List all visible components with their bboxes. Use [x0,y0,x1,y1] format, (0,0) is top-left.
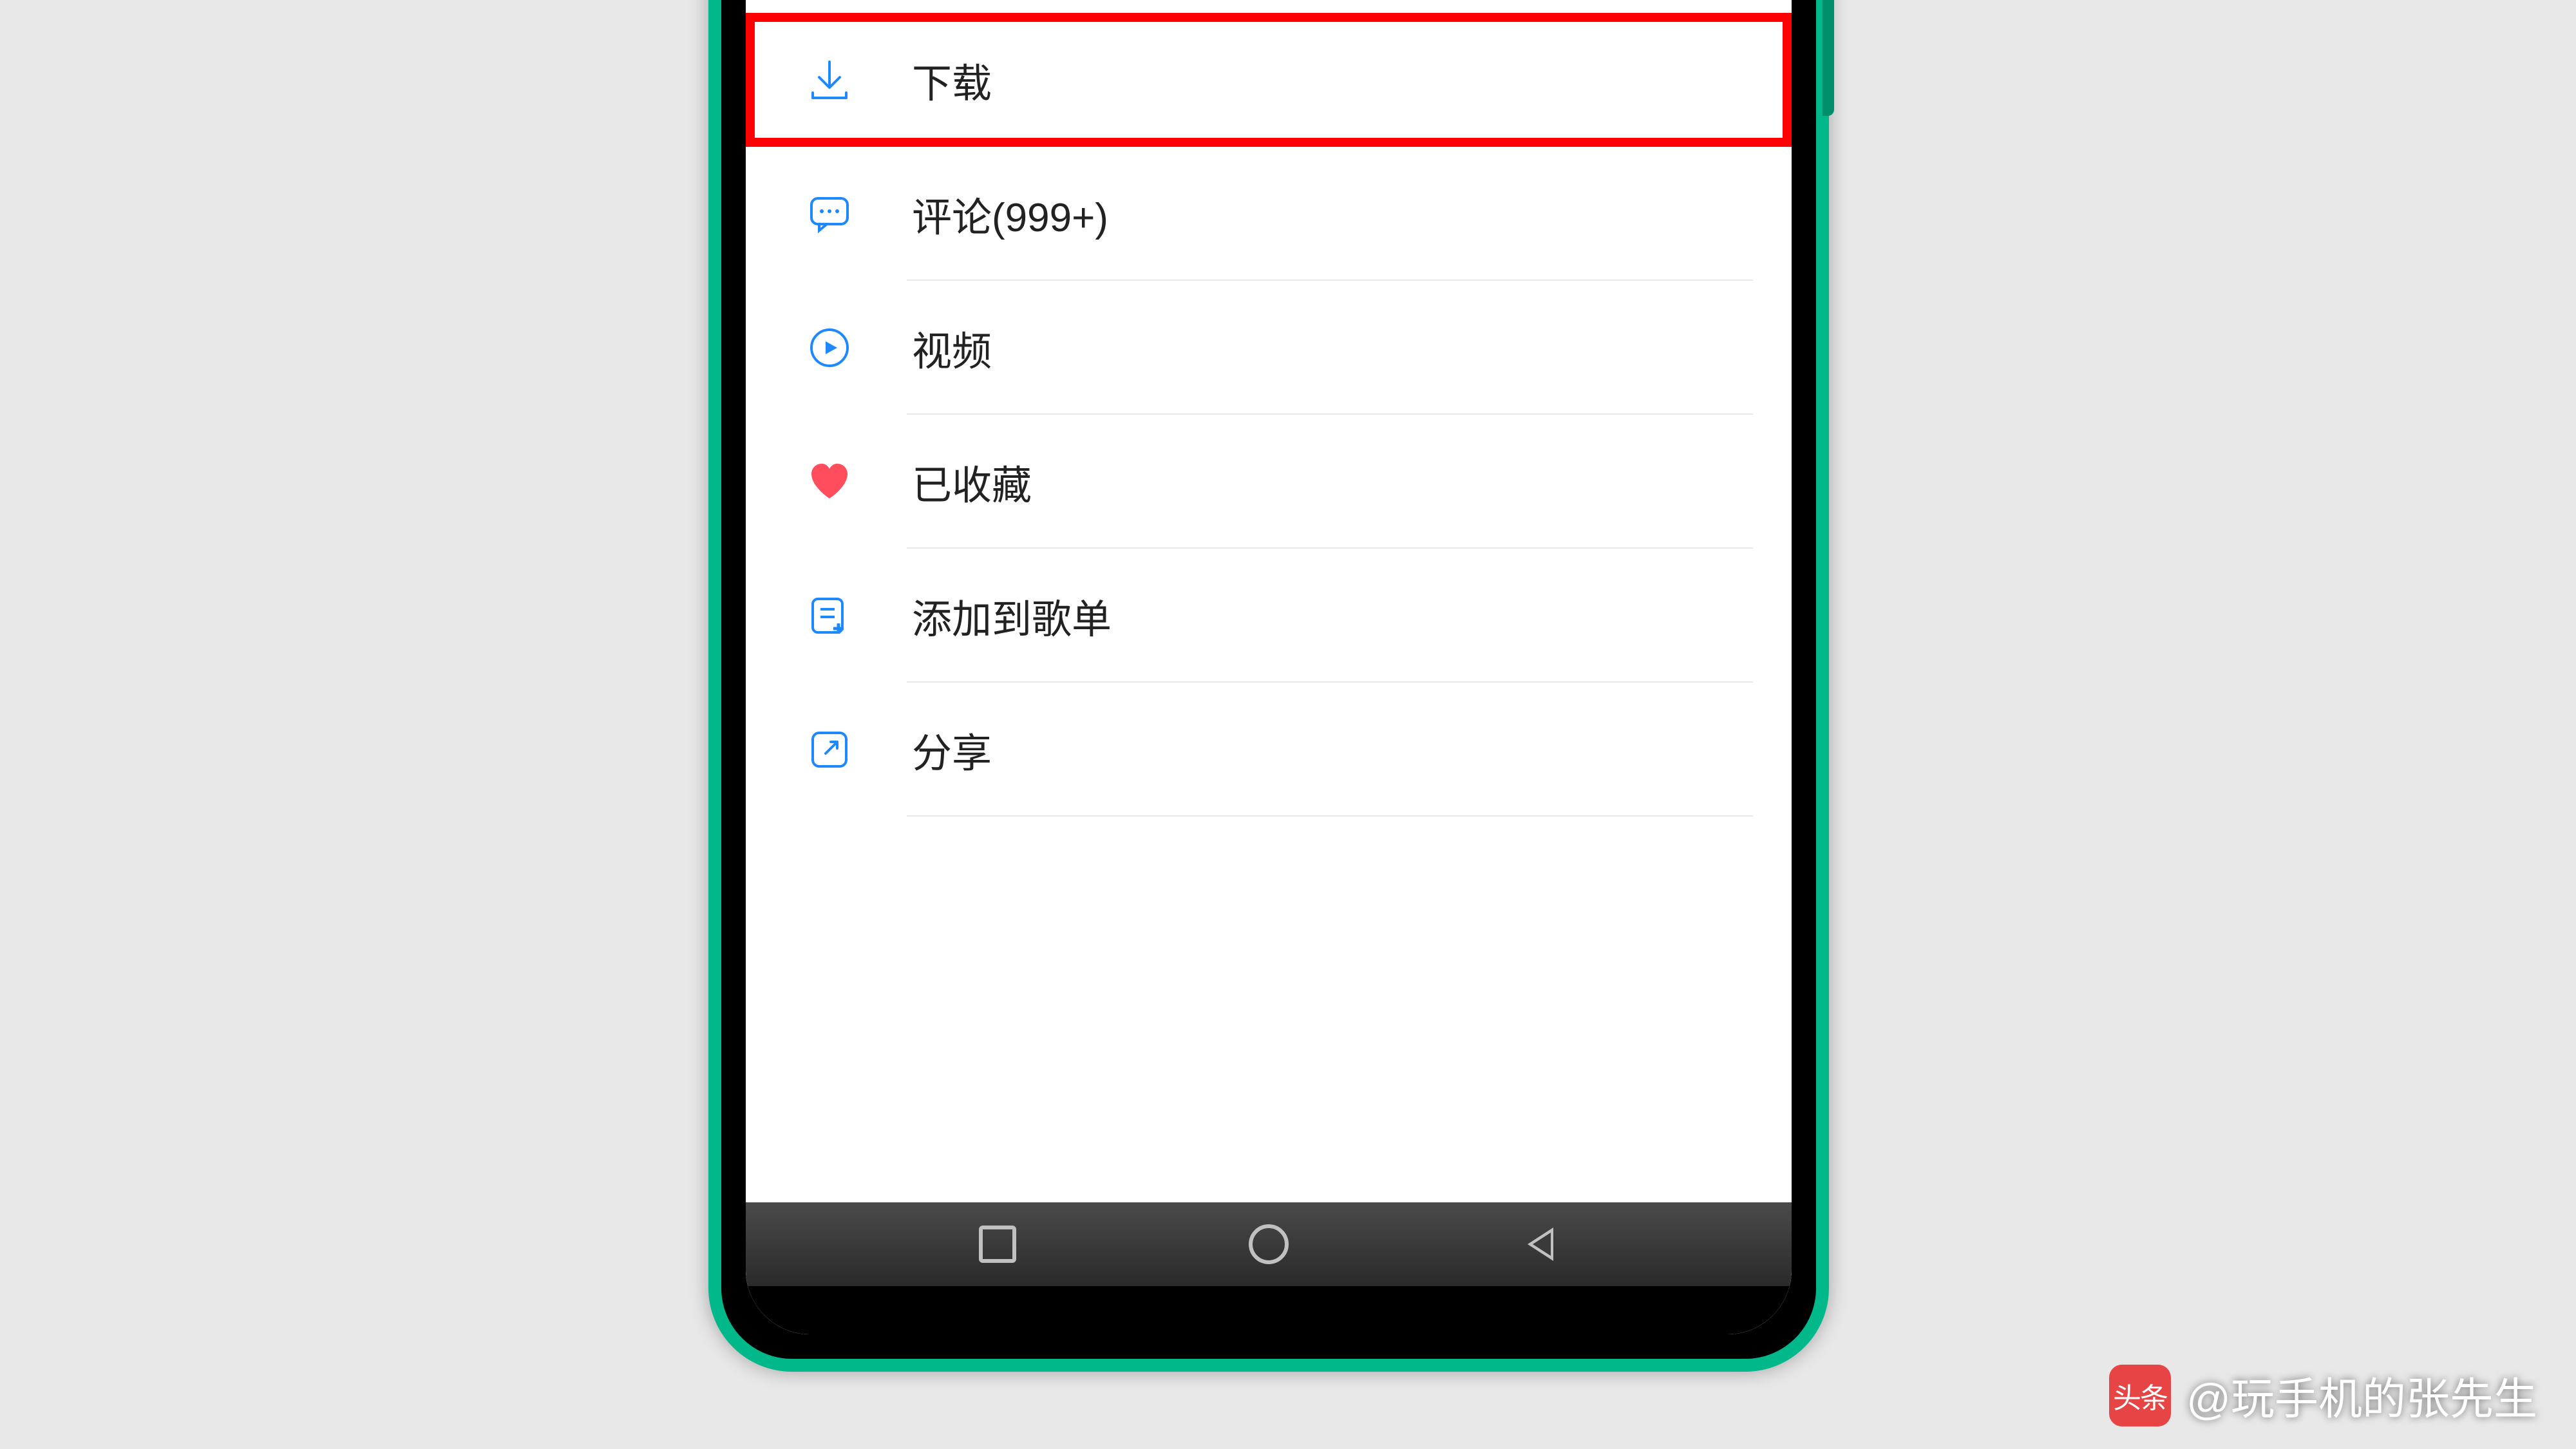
watermark-logo: 头条 [2109,1365,2171,1426]
menu-label: 评论(999+) [912,185,1108,243]
menu-label: 视频 [912,319,992,377]
menu-label: 添加到歌单 [912,587,1112,645]
watermark: 头条 @玩手机的张先生 [2109,1363,2537,1427]
screen: 下载 评论(999+) [746,0,1792,1334]
phone-side-button [1823,0,1834,116]
menu-label: 分享 [912,721,992,779]
nav-home-button[interactable] [1243,1218,1294,1270]
menu-item-share[interactable]: 分享 [746,683,1792,817]
menu-item-video[interactable]: 视频 [746,281,1792,415]
video-icon [804,322,855,374]
share-icon [804,724,855,775]
menu-item-comments[interactable]: 评论(999+) [746,147,1792,281]
menu-label: 已收藏 [912,453,1032,511]
nav-back-button[interactable] [1514,1218,1566,1270]
triangle-icon [1524,1224,1556,1265]
android-nav-bar [746,1202,1792,1286]
menu-item-favorited[interactable]: 已收藏 [746,415,1792,549]
circle-icon [1249,1224,1289,1264]
phone-frame: 下载 评论(999+) [708,0,1829,1372]
action-menu: 下载 评论(999+) [746,0,1792,1202]
comment-icon [804,188,855,240]
nav-recent-button[interactable] [972,1218,1023,1270]
watermark-handle: @玩手机的张先生 [2186,1363,2537,1427]
menu-label: 下载 [912,51,992,109]
divider [907,815,1753,817]
phone-chin [746,1286,1792,1334]
playlist-add-icon [804,590,855,641]
menu-item-add-playlist[interactable]: 添加到歌单 [746,549,1792,683]
square-icon [979,1226,1016,1263]
phone-inner: 下载 评论(999+) [746,0,1792,1334]
menu-item-download[interactable]: 下载 [746,13,1792,147]
download-icon [804,54,855,106]
heart-icon [804,456,855,507]
